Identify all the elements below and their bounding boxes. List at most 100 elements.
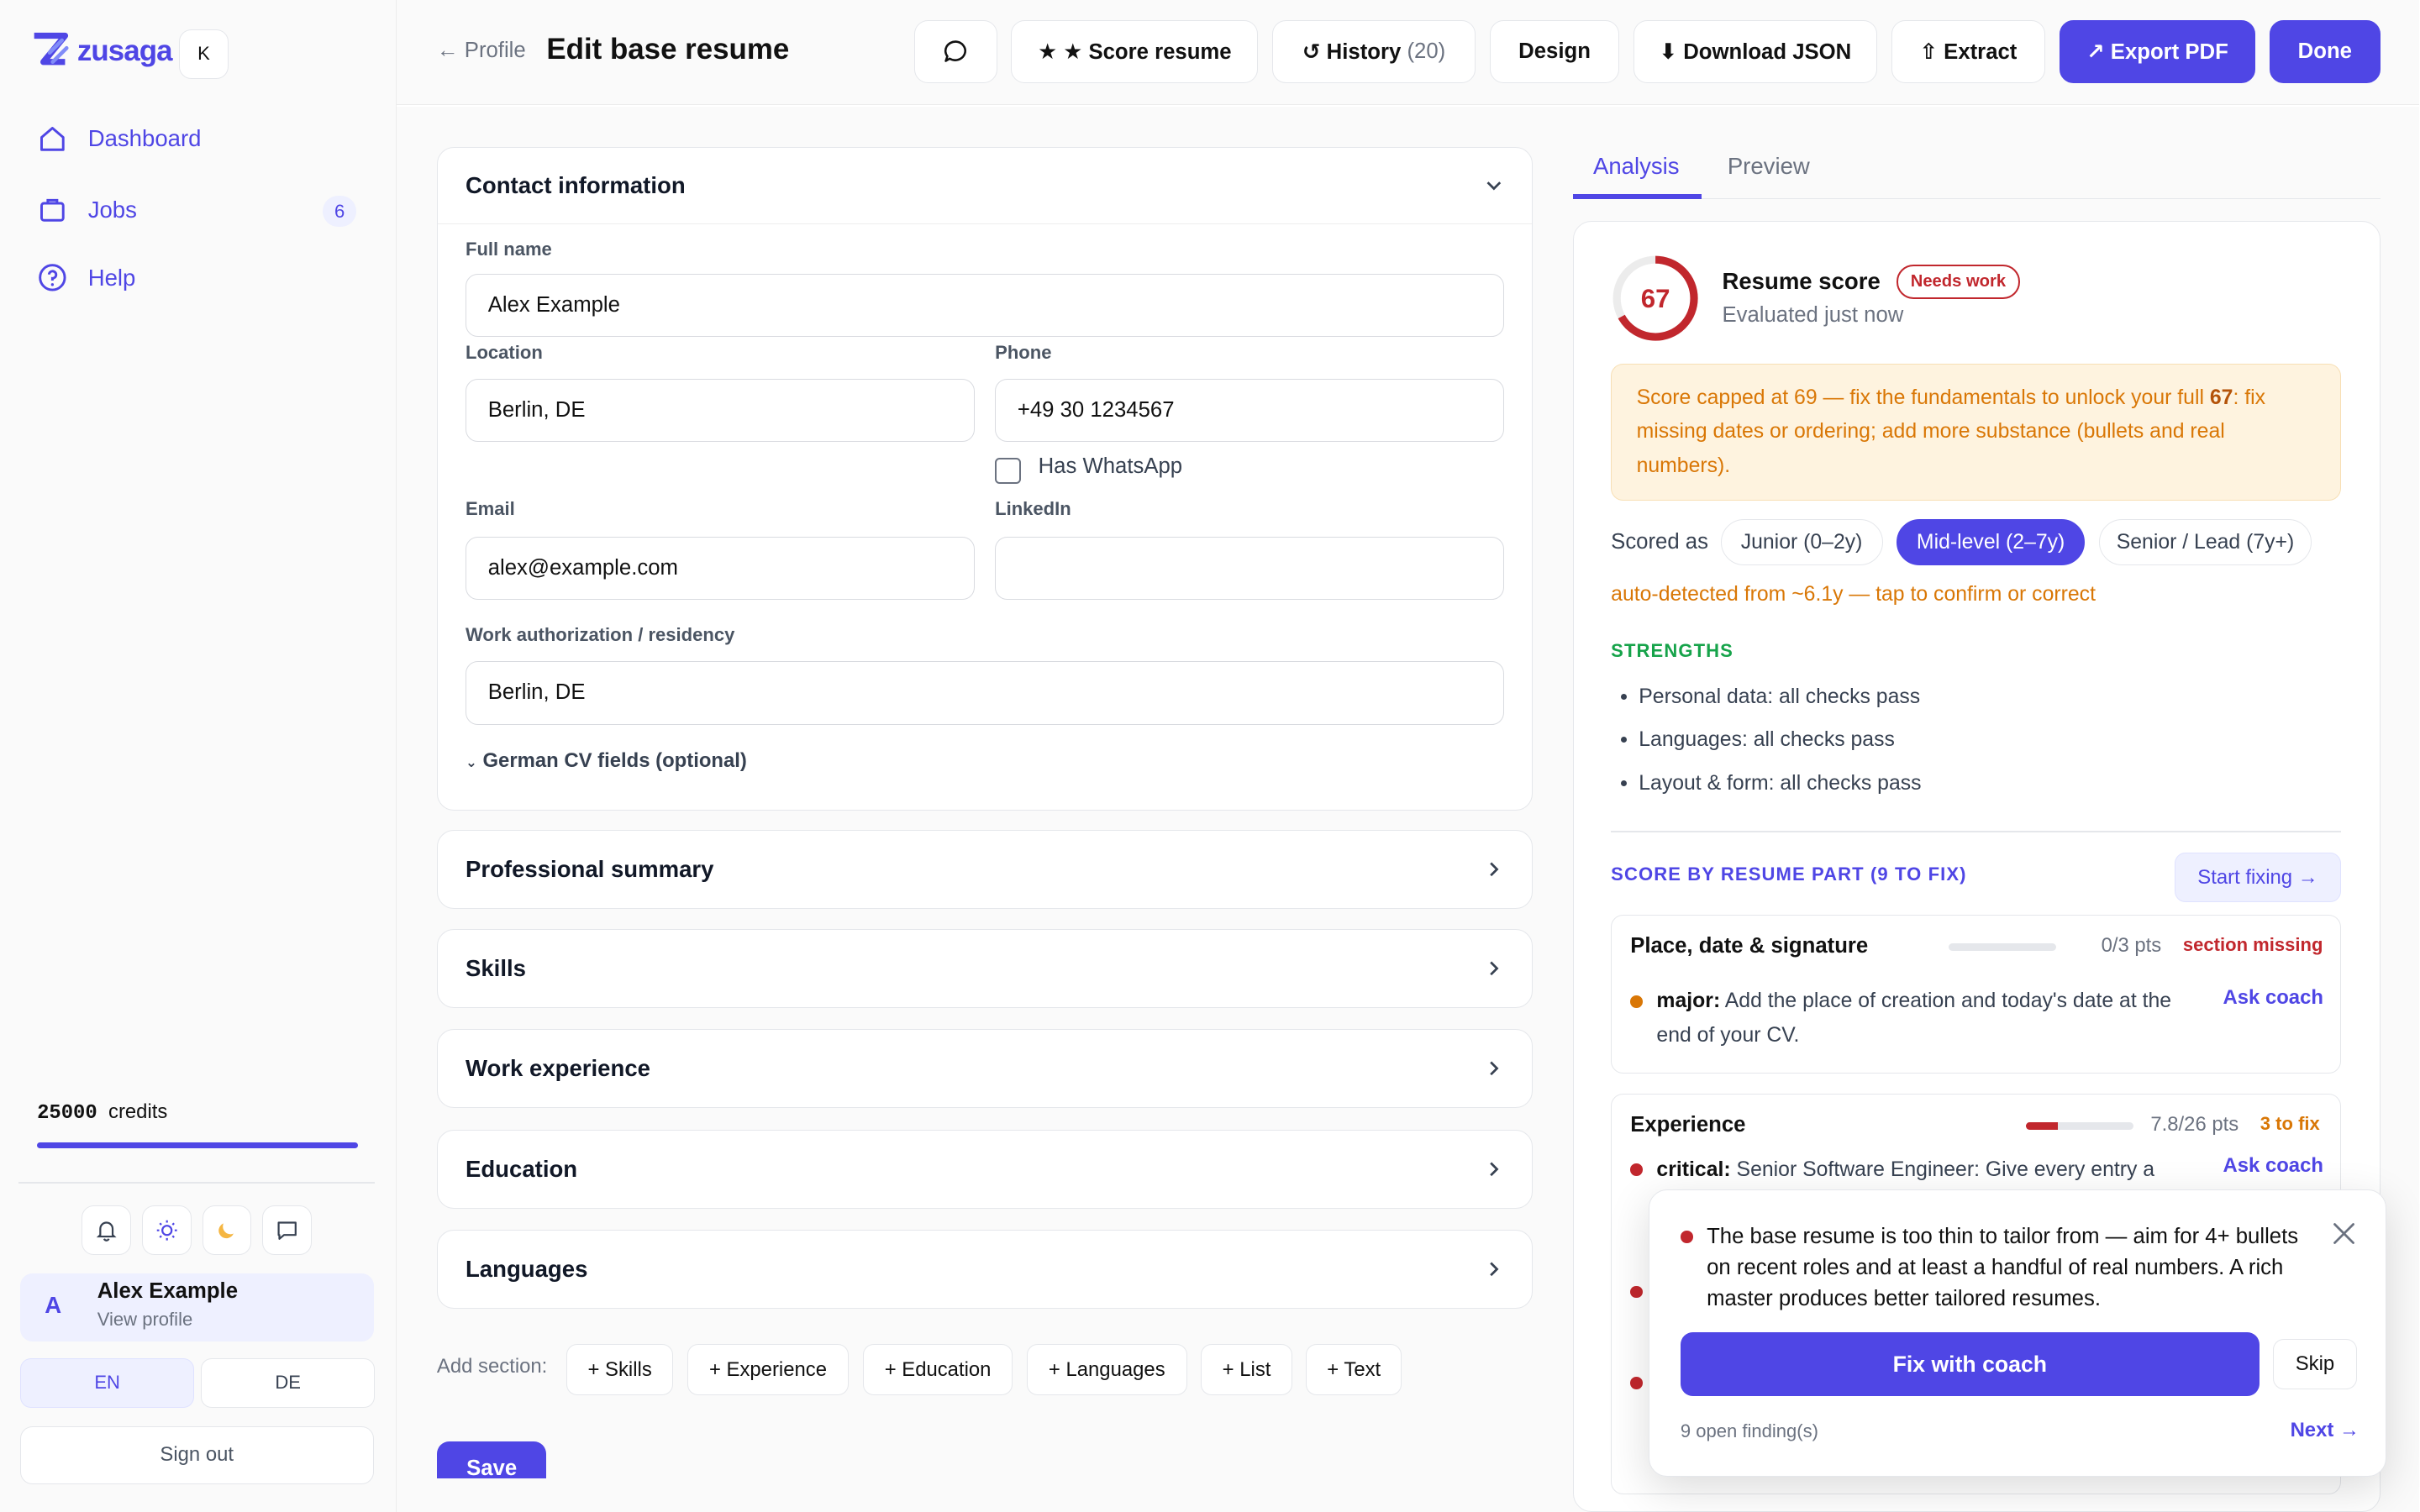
section-title: Work experience [465, 1055, 650, 1082]
add-languages-button[interactable]: + Languages [1026, 1344, 1187, 1395]
top-bar: ← Profile Edit base resume ★ ★ Score res… [397, 0, 2419, 105]
add-skills-button[interactable]: + Skills [566, 1344, 674, 1395]
bell-icon [96, 1221, 117, 1242]
list-item: Languages: all checks pass [1639, 718, 1921, 761]
score-resume-button[interactable]: ★ ★ Score resume [1011, 19, 1259, 84]
part-status-tag: section missing [2182, 933, 2323, 955]
add-list-button[interactable]: + List [1201, 1344, 1292, 1395]
auto-detected-note[interactable]: auto-detected from ~6.1y — tap to confir… [1611, 583, 2096, 606]
email-field[interactable]: alex@example.com [465, 536, 976, 600]
notifications-button[interactable] [82, 1205, 132, 1255]
ask-coach-button[interactable]: Ask coach [2223, 986, 2323, 1010]
linkedin-field[interactable] [995, 536, 1505, 600]
add-education-button[interactable]: + Education [862, 1344, 1013, 1395]
add-text-button[interactable]: + Text [1306, 1344, 1402, 1395]
warning-text-start: Score capped at 69 — fix the fundamental… [1636, 386, 2210, 409]
strengths-heading: STRENGTHS [1611, 639, 1733, 661]
coach-popup-message: The base resume is too thin to tailor fr… [1707, 1225, 2299, 1310]
sun-icon [156, 1220, 177, 1241]
avatar: A [45, 1291, 62, 1318]
contact-section-header[interactable]: Contact information [437, 148, 1533, 225]
finding-item: critical: Senior Software Engineer: Give… [1630, 1153, 2202, 1187]
phone-field[interactable]: +49 30 1234567 [995, 379, 1505, 443]
work-authorization-field[interactable]: Berlin, DE [465, 661, 1505, 725]
light-theme-button[interactable] [142, 1205, 192, 1255]
sidebar-item-help[interactable]: Help [37, 262, 135, 293]
close-icon[interactable] [2330, 1220, 2358, 1247]
add-section-label: Add section: [436, 1355, 548, 1378]
view-profile-link[interactable]: View profile [97, 1309, 192, 1331]
sidebar-icon-row [82, 1205, 313, 1255]
level-mid-button[interactable]: Mid-level (2–7y) [1897, 519, 2086, 566]
language-de-button[interactable]: DE [200, 1357, 376, 1408]
location-label: Location [465, 342, 543, 364]
chevron-right-icon [1489, 961, 1499, 976]
section-professional-summary[interactable]: Professional summary [436, 830, 1534, 910]
add-experience-button[interactable]: + Experience [687, 1344, 850, 1395]
download-json-button[interactable]: ⬇ Download JSON [1633, 19, 1878, 84]
location-field[interactable]: Berlin, DE [465, 379, 976, 443]
extract-button[interactable]: ⇧ Extract [1891, 19, 2046, 84]
design-button[interactable]: Design [1489, 19, 1620, 84]
german-cv-fields-toggle[interactable]: ⌄ German CV fields (optional) [466, 749, 747, 773]
has-whatsapp-checkbox[interactable] [995, 457, 1022, 485]
export-pdf-button[interactable]: ↗ Export PDF [2059, 19, 2256, 84]
page-title: Edit base resume [546, 32, 790, 66]
severity-dot [1630, 1163, 1643, 1177]
help-circle-icon [39, 264, 66, 291]
brand-logo[interactable]: zusaga [31, 31, 173, 71]
section-skills[interactable]: Skills [436, 928, 1534, 1008]
skip-button[interactable]: Skip [2273, 1338, 2357, 1390]
back-to-profile-link[interactable]: ← Profile [437, 39, 526, 63]
sidebar-item-jobs[interactable]: Jobs [37, 194, 137, 225]
severity-dot [1630, 995, 1643, 1008]
feedback-button[interactable] [262, 1205, 313, 1255]
section-title: Education [465, 1155, 578, 1182]
level-senior-button[interactable]: Senior / Lead (7y+) [2098, 519, 2312, 566]
score-ring: 67 [1612, 256, 1698, 342]
sidebar-item-dashboard[interactable]: Dashboard [37, 123, 201, 155]
ask-coach-button[interactable]: Ask coach [2223, 1154, 2323, 1178]
finding-text: Senior Software Engineer: Give every ent… [1730, 1158, 2155, 1181]
sidebar-item-label: Dashboard [87, 125, 202, 152]
section-work-experience[interactable]: Work experience [436, 1029, 1534, 1109]
next-finding-button[interactable]: Next → [2291, 1419, 2360, 1442]
full-name-field[interactable]: Alex Example [465, 274, 1505, 338]
chevron-down-icon: ⌄ [465, 754, 477, 771]
tab-preview[interactable]: Preview [1728, 153, 1810, 180]
level-junior-button[interactable]: Junior (0–2y) [1720, 519, 1883, 566]
dark-theme-button[interactable] [202, 1205, 252, 1255]
part-score-bar [2025, 1121, 2134, 1130]
save-button[interactable]: Save [436, 1441, 547, 1479]
chat-icon [277, 1221, 297, 1240]
linkedin-label: LinkedIn [995, 497, 1071, 519]
part-name: Experience [1630, 1112, 1746, 1137]
panel-divider [1611, 831, 2342, 833]
start-fixing-button[interactable]: Start fixing → [2174, 853, 2342, 902]
comments-button[interactable] [913, 19, 997, 84]
status-badge: Needs work [1897, 265, 2020, 299]
severity-dot [1630, 1376, 1643, 1389]
language-en-button[interactable]: EN [19, 1357, 195, 1408]
section-education[interactable]: Education [436, 1129, 1534, 1209]
finding-severity: critical: [1656, 1158, 1731, 1181]
finding-text: Add the place of creation and today's da… [1656, 990, 2172, 1047]
part-points: 7.8/26 pts [2150, 1112, 2239, 1136]
fix-with-coach-button[interactable]: Fix with coach [1680, 1332, 2260, 1396]
tab-analysis[interactable]: Analysis [1593, 153, 1680, 180]
score-by-part-heading: SCORE BY RESUME PART (9 TO FIX) [1611, 863, 1967, 885]
work-authorization-label: Work authorization / residency [465, 624, 735, 646]
scored-as-label: Scored as [1611, 530, 1708, 554]
home-icon [40, 127, 65, 151]
sign-out-button[interactable]: Sign out [19, 1425, 374, 1485]
chevron-right-icon [1489, 1262, 1499, 1277]
section-languages[interactable]: Languages [436, 1230, 1534, 1309]
done-button[interactable]: Done [2269, 19, 2381, 84]
list-item: Personal data: all checks pass [1639, 675, 1921, 718]
history-button[interactable]: ↺ History (20) [1271, 19, 1476, 84]
part-name: Place, date & signature [1630, 933, 1869, 958]
coach-popup: The base resume is too thin to tailor fr… [1649, 1189, 2387, 1478]
command-shortcut-button[interactable]: K [179, 29, 229, 79]
credits-display: 25000 credits [37, 1100, 167, 1125]
user-profile-card[interactable]: A Alex Example View profile [19, 1273, 374, 1341]
